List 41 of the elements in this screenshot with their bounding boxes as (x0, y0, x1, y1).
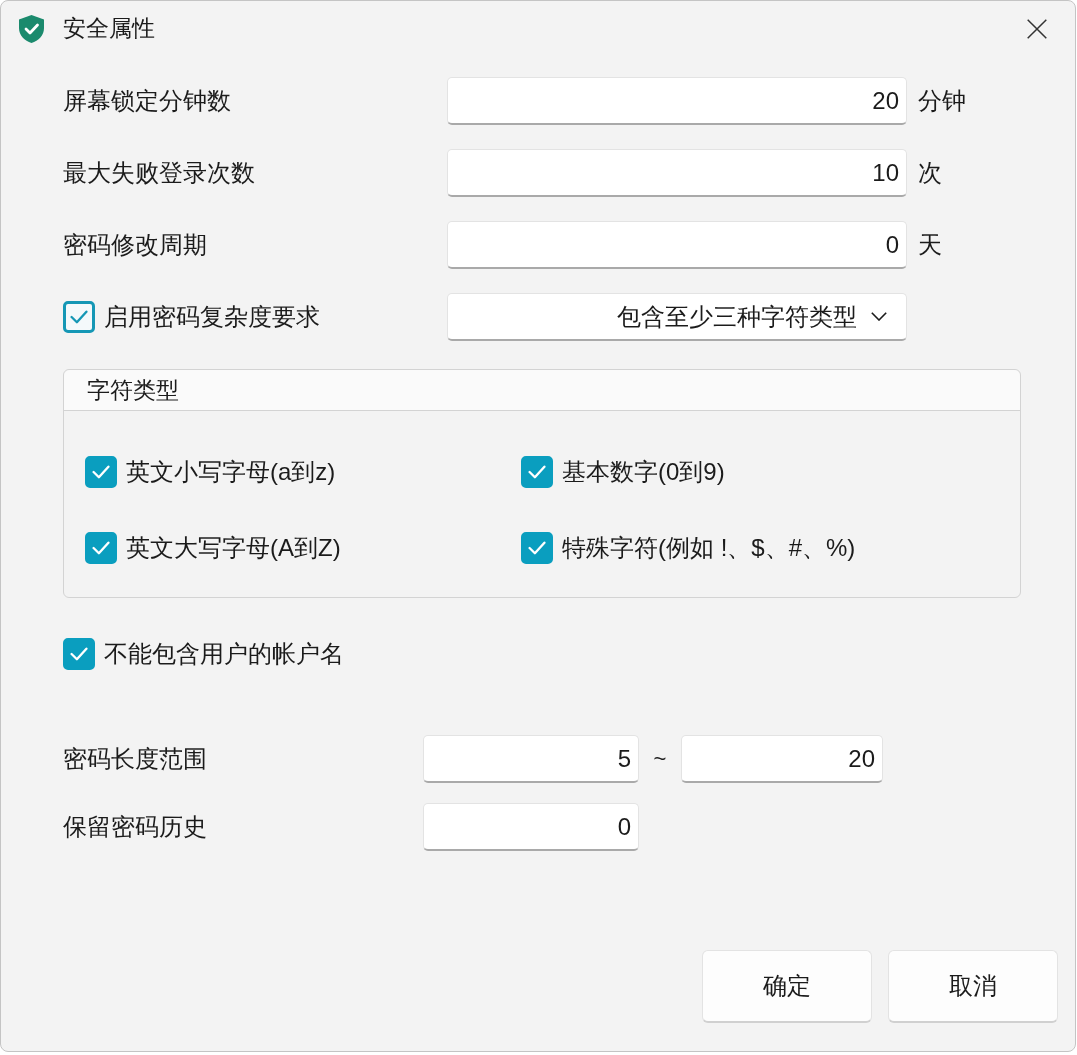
number-field[interactable]: 5 (423, 735, 639, 783)
dialog-button[interactable]: 取消 (888, 950, 1058, 1023)
number-field[interactable]: 20 (447, 77, 907, 125)
checkbox-label[interactable]: 启用密码复杂度要求 (104, 302, 320, 332)
shield-check-icon (19, 14, 44, 43)
number-field[interactable]: 0 (423, 803, 639, 851)
checkbox[interactable] (63, 638, 95, 670)
field-label: 保留密码历史 (63, 812, 207, 842)
check-icon (528, 465, 546, 479)
check-icon (70, 310, 88, 324)
group-title: 字符类型 (64, 370, 1020, 411)
number-field[interactable]: 0 (447, 221, 907, 269)
check-icon (92, 465, 110, 479)
checkbox-label[interactable]: 英文小写字母(a到z) (126, 457, 336, 487)
checkbox[interactable] (85, 532, 117, 564)
unit-label: 次 (918, 158, 942, 188)
close-icon[interactable] (1027, 18, 1047, 39)
dialog-button[interactable]: 确定 (702, 950, 872, 1023)
dropdown[interactable]: 包含至少三种字符类型 (447, 293, 907, 341)
chevron-down-icon (871, 312, 887, 321)
field-label: 屏幕锁定分钟数 (63, 86, 231, 116)
check-icon (70, 647, 88, 661)
number-field[interactable]: 10 (447, 149, 907, 197)
check-icon (92, 541, 110, 555)
checkbox-label[interactable]: 基本数字(0到9) (562, 457, 725, 487)
range-separator: ~ (653, 745, 667, 773)
unit-label: 分钟 (918, 86, 966, 116)
checkbox-label[interactable]: 不能包含用户的帐户名 (104, 639, 344, 669)
unit-label: 天 (918, 230, 942, 260)
checkbox-label[interactable]: 英文大写字母(A到Z) (126, 533, 341, 563)
checkbox[interactable] (521, 532, 553, 564)
checkbox[interactable] (63, 301, 95, 333)
field-label: 最大失败登录次数 (63, 158, 255, 188)
checkbox[interactable] (521, 456, 553, 488)
dialog-title: 安全属性 (63, 14, 155, 43)
checkbox[interactable] (85, 456, 117, 488)
field-label: 密码长度范围 (63, 744, 207, 774)
check-icon (528, 541, 546, 555)
field-label: 密码修改周期 (63, 230, 207, 260)
number-field[interactable]: 20 (681, 735, 883, 783)
checkbox-label[interactable]: 特殊字符(例如 !、$、#、%) (562, 533, 856, 563)
